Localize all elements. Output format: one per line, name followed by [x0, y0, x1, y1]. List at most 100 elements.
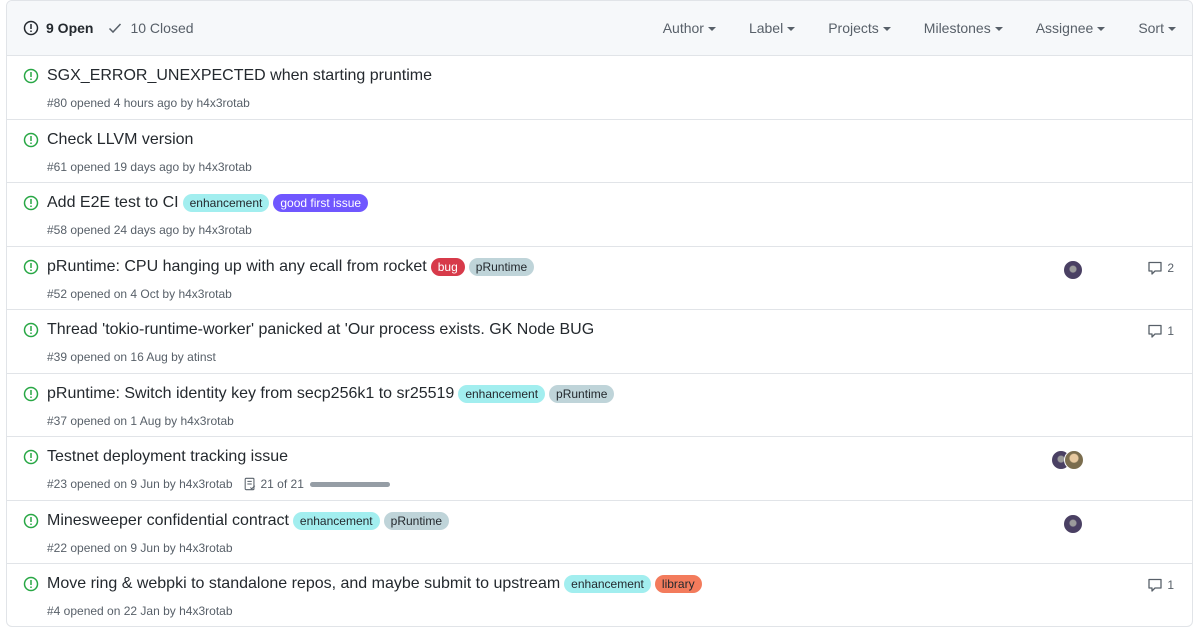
issue-row[interactable]: Move ring & webpki to standalone repos, … [7, 564, 1192, 626]
open-issues-tab[interactable]: 9 Open [23, 20, 93, 36]
issue-title-link[interactable]: Check LLVM version [47, 131, 193, 149]
issue-meta: #61 opened 19 days ago by h4x3rotab [47, 160, 252, 174]
issue-title-line: Thread 'tokio-runtime-worker' panicked a… [47, 321, 594, 339]
issue-row[interactable]: Testnet deployment tracking issue #23 ope… [7, 437, 1192, 501]
issue-title-line: Move ring & webpki to standalone repos, … [47, 575, 702, 593]
issue-author-link[interactable]: h4x3rotab [178, 287, 231, 301]
sort-filter[interactable]: Sort [1138, 20, 1176, 36]
issue-row[interactable]: Check LLVM version #61 opened 19 days ago… [7, 120, 1192, 183]
issue-row[interactable]: SGX_ERROR_UNEXPECTED when starting prunt… [7, 56, 1192, 120]
issue-label[interactable]: enhancement [182, 194, 270, 212]
issue-title-line: Testnet deployment tracking issue [47, 448, 288, 466]
issue-opened-icon [23, 322, 39, 343]
issue-title-link[interactable]: Testnet deployment tracking issue [47, 448, 288, 466]
caret-down-icon [882, 27, 891, 31]
issue-opened-icon [23, 576, 39, 597]
issue-title-line: Minesweeper confidential contract enhance… [47, 512, 449, 530]
issues-list-header: 9 Open 10 Closed Author Label Projects M… [7, 1, 1192, 56]
issue-meta: #80 opened 4 hours ago by h4x3rotab [47, 96, 250, 110]
issue-row[interactable]: Thread 'tokio-runtime-worker' panicked a… [7, 310, 1192, 374]
milestones-filter-label: Milestones [923, 20, 991, 36]
assignee-filter-label: Assignee [1035, 20, 1094, 36]
issue-author-link[interactable]: atinst [187, 350, 216, 364]
issue-title-link[interactable]: Minesweeper confidential contract [47, 512, 289, 530]
comments-link[interactable]: 2 [1147, 260, 1174, 276]
issue-author-link[interactable]: h4x3rotab [179, 541, 232, 555]
issue-opened-icon [23, 195, 39, 216]
comment-icon [1148, 324, 1162, 338]
assignee-filter[interactable]: Assignee [1036, 20, 1106, 36]
issue-row[interactable]: pRuntime: Switch identity key from secp2… [7, 374, 1192, 437]
closed-issues-tab[interactable]: 10 Closed [107, 20, 194, 36]
issue-opened-icon [23, 132, 39, 153]
issue-title-link[interactable]: Thread 'tokio-runtime-worker' panicked a… [47, 321, 594, 339]
issue-opened-icon [23, 386, 39, 407]
issue-label[interactable]: enhancement [564, 575, 651, 593]
issue-label[interactable]: bug [430, 258, 465, 276]
avatar[interactable] [1063, 514, 1083, 534]
issue-meta-text: #4 opened on 22 Jan by [47, 604, 180, 618]
comments-link[interactable]: 1 [1147, 323, 1174, 339]
issue-author-link[interactable]: h4x3rotab [180, 414, 233, 428]
comment-count: 1 [1167, 324, 1174, 338]
issue-row[interactable]: Minesweeper confidential contract enhance… [7, 501, 1192, 564]
label-filter[interactable]: Label [748, 20, 796, 36]
issue-meta: #58 opened 24 days ago by h4x3rotab [47, 223, 252, 237]
assignee-avatars [1063, 260, 1083, 280]
author-filter-label: Author [662, 20, 704, 36]
issue-author-link[interactable]: h4x3rotab [198, 160, 251, 174]
issue-label[interactable]: pRuntime [468, 258, 535, 276]
avatar[interactable] [1063, 260, 1083, 280]
issues-list-box: 9 Open 10 Closed Author Label Projects M… [6, 0, 1193, 627]
check-icon [109, 23, 122, 34]
issue-rows: SGX_ERROR_UNEXPECTED when starting prunt… [7, 56, 1192, 626]
assignee-avatars [1051, 450, 1084, 470]
issue-meta-text: #39 opened on 16 Aug by [47, 350, 188, 364]
issue-meta: #52 opened on 4 Oct by h4x3rotab [47, 287, 232, 301]
milestones-filter[interactable]: Milestones [924, 20, 1003, 36]
open-count: 9 Open [46, 20, 94, 36]
issue-title-line: Add E2E test to CI enhancement good first … [47, 194, 369, 212]
issue-label[interactable]: enhancement [292, 512, 380, 530]
avatar[interactable] [1064, 450, 1084, 470]
task-count: 21 of 21 [260, 477, 304, 491]
issue-label[interactable]: pRuntime [549, 385, 615, 403]
issue-title-link[interactable]: SGX_ERROR_UNEXPECTED when starting prunt… [47, 67, 432, 85]
issue-opened-icon [23, 449, 39, 470]
comments-link[interactable]: 1 [1147, 577, 1174, 593]
issue-author-link[interactable]: h4x3rotab [198, 223, 251, 237]
issue-meta: #37 opened on 1 Aug by h4x3rotab [47, 414, 234, 428]
label-filter-label: Label [748, 20, 784, 36]
issue-label[interactable]: enhancement [458, 385, 546, 403]
issue-title-line: SGX_ERROR_UNEXPECTED when starting prunt… [47, 67, 432, 85]
issue-label[interactable]: good first issue [273, 194, 369, 212]
issue-meta-text: #22 opened on 9 Jun by [47, 541, 180, 555]
author-filter[interactable]: Author [663, 20, 716, 36]
issue-meta-text: #58 opened 24 days ago by [47, 223, 199, 237]
issue-meta-text: #37 opened on 1 Aug by [47, 414, 181, 428]
task-progress-bar [309, 481, 390, 487]
caret-down-icon [994, 27, 1003, 31]
issue-meta: #22 opened on 9 Jun by h4x3rotab [47, 541, 233, 555]
issue-title-link[interactable]: pRuntime: Switch identity key from secp2… [47, 385, 454, 403]
sort-filter-label: Sort [1138, 20, 1164, 36]
issue-title-line: pRuntime: CPU hanging up with any ecall … [47, 258, 535, 276]
issue-label[interactable]: pRuntime [383, 512, 449, 530]
issue-meta-text: #61 opened 19 days ago by [47, 160, 199, 174]
issue-row[interactable]: Add E2E test to CI enhancement good first … [7, 183, 1192, 247]
issue-label[interactable]: library [654, 575, 702, 593]
issue-meta: #23 opened on 9 Jun by h4x3rotab 21 of 21 [47, 477, 390, 491]
caret-down-icon [787, 27, 796, 31]
issue-title-link[interactable]: Add E2E test to CI [47, 194, 179, 212]
projects-filter[interactable]: Projects [828, 20, 891, 36]
issue-title-link[interactable]: Move ring & webpki to standalone repos, … [47, 575, 560, 593]
issue-row[interactable]: pRuntime: CPU hanging up with any ecall … [7, 247, 1192, 310]
issue-title-line: Check LLVM version [47, 131, 193, 149]
issue-author-link[interactable]: h4x3rotab [179, 604, 232, 618]
issue-opened-icon [23, 68, 39, 89]
issue-author-link[interactable]: h4x3rotab [196, 96, 249, 110]
comment-count: 1 [1167, 578, 1174, 592]
issue-title-link[interactable]: pRuntime: CPU hanging up with any ecall … [47, 258, 427, 276]
issue-author-link[interactable]: h4x3rotab [179, 477, 232, 491]
issue-opened-icon [23, 513, 39, 534]
